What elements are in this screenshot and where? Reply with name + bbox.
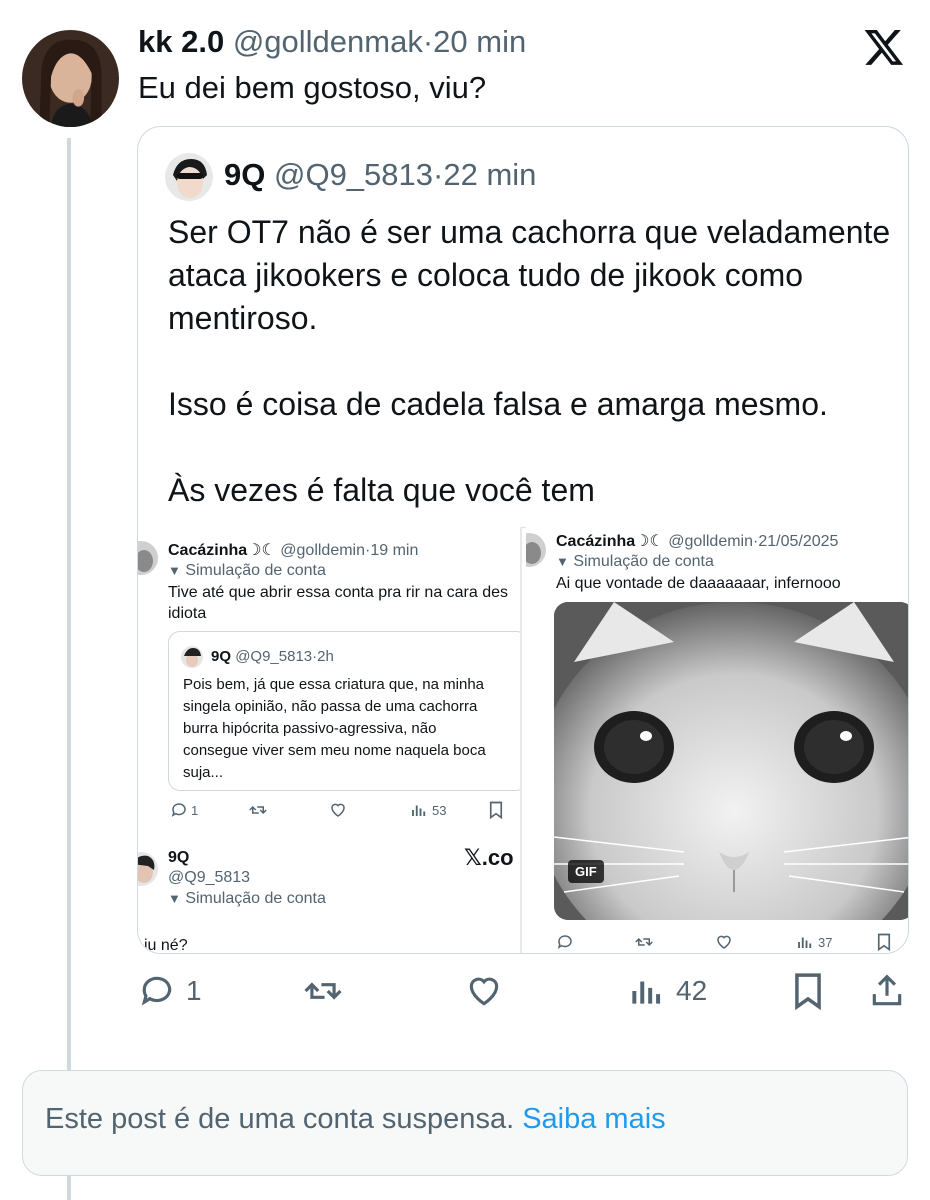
notice-text: Este post é de uma conta suspensa.: [45, 1103, 515, 1135]
learn-more-link[interactable]: Saiba mais: [522, 1103, 665, 1135]
screenshot-text: Ai que vontade de daaaaaaar, infernooo: [556, 575, 841, 592]
quoted-paragraph: Isso é coisa de cadela falsa e amarga me…: [168, 386, 828, 422]
quoted-post-time: 22 min: [443, 157, 537, 192]
inner-quote-line: burra hipócrita passivo-agressiva, não: [183, 720, 437, 737]
inner-quote-line: consegue viver sem meu nome naquela boca: [183, 742, 486, 759]
simulation-label: ▼ Simulação de conta: [168, 890, 326, 908]
inner-quote-line: Pois bem, já que essa criatura que, na m…: [183, 676, 485, 693]
inner-quote-avatar: [181, 646, 203, 668]
like-icon: [714, 933, 734, 953]
quoted-paragraph: Às vezes é falta que você tem: [168, 472, 595, 508]
reply-icon: [556, 933, 574, 953]
gif-badge: GIF: [568, 860, 604, 883]
screenshot-header: Cacázinha☽☾ @golldemin·21/05/2025: [556, 531, 838, 551]
suspended-account-notice: Este post é de uma conta suspensa. Saiba…: [22, 1070, 908, 1176]
inner-quote-name: 9Q: [211, 648, 232, 665]
screenshot-header: Cacázinha☽☾ @golldemin·19 min: [168, 540, 418, 560]
screenshot-author-handle: @golldemin: [280, 542, 366, 559]
x-brand-text: 𝕏.co: [464, 845, 514, 870]
separator-dot: ·: [433, 157, 444, 192]
reply-count: 1: [186, 975, 202, 1006]
screenshot-text-line: idiota: [168, 605, 207, 622]
quoted-paragraph: Ser OT7 não é ser uma cachorra que velad…: [168, 214, 891, 336]
inner-quote-line: singela opinião, não passa de uma cachor…: [183, 698, 478, 715]
separator-dot: ·: [422, 24, 434, 59]
screenshot-inner-quote: 9Q @Q9_5813·2h Pois bem, já que essa cri…: [168, 631, 520, 791]
screenshot-text-line: Tive até que abrir essa conta pra rir na…: [168, 584, 509, 601]
quoted-author-handle: @Q9_5813: [273, 157, 434, 192]
bookmark-button[interactable]: [792, 970, 824, 1012]
attached-screenshot-left[interactable]: Cacázinha☽☾ @golldemin·19 min ▼ Simulaçã…: [138, 527, 522, 954]
repost-icon: [304, 982, 342, 1000]
inner-quote-time: 2h: [317, 648, 334, 665]
repost-button[interactable]: [302, 970, 344, 1012]
x-logo-icon: [862, 26, 906, 68]
views-icon: [410, 801, 428, 822]
screenshot-avatar: [526, 533, 546, 567]
thread-connector-line: [67, 138, 71, 1200]
post-time[interactable]: 20 min: [433, 24, 526, 59]
share-button[interactable]: [868, 970, 906, 1012]
views-button[interactable]: 42: [628, 970, 707, 1012]
screenshot-reply-count: 1: [191, 803, 199, 818]
screenshot-view-count: 37: [818, 935, 833, 950]
simulation-label-text: Simulação de conta: [185, 890, 326, 907]
screenshot-author-name: 9Q: [168, 849, 190, 866]
screenshot-author-name: Cacázinha☽☾: [556, 533, 664, 550]
simulation-label-text: Simulação de conta: [185, 562, 326, 579]
screenshot-author-handle: @Q9_5813: [168, 869, 251, 886]
analytics-icon: [632, 981, 661, 1004]
views-icon: [796, 933, 814, 953]
screenshot-date: 21/05/2025: [758, 533, 839, 550]
screenshot-action-bar: 37: [526, 931, 908, 953]
simulation-label: ▼ Simulação de conta: [556, 553, 714, 571]
quoted-author-name: 9Q: [224, 157, 266, 192]
bookmark-icon: [795, 973, 821, 1010]
gif-media[interactable]: GIF: [554, 602, 908, 920]
bookmark-icon: [876, 933, 892, 953]
quoted-author-avatar: [165, 153, 213, 201]
quoted-post-header: 9Q @Q9_5813·22 min: [224, 157, 536, 193]
like-icon: [328, 801, 348, 822]
author-name[interactable]: kk 2.0: [138, 24, 224, 59]
screenshot-avatar: [138, 852, 158, 886]
notice-text-wrapper: Este post é de uma conta suspensa. Saiba…: [45, 1103, 666, 1136]
quoted-post-text: Ser OT7 não é ser uma cachorra que velad…: [168, 211, 898, 555]
author-avatar[interactable]: [22, 30, 119, 127]
like-button[interactable]: [465, 970, 503, 1012]
crying-cat-image: [554, 602, 908, 920]
quoted-post-card[interactable]: 9Q @Q9_5813·22 min Ser OT7 não é ser uma…: [137, 126, 909, 954]
simulation-label: ▼ Simulação de conta: [168, 562, 326, 580]
screenshot-time: 19 min: [370, 542, 419, 559]
post-header: kk 2.0 @golldenmak·20 min: [138, 24, 526, 60]
author-handle[interactable]: @golldenmak: [233, 24, 423, 59]
screenshot-cut-text: iu né?: [144, 937, 188, 954]
screenshot-view-count: 53: [432, 803, 447, 818]
simulation-label-text: Simulação de conta: [573, 553, 714, 570]
screenshot-action-bar: 1 53: [138, 799, 520, 823]
attached-screenshot-right[interactable]: Cacázinha☽☾ @golldemin·21/05/2025 ▼ Simu…: [526, 527, 908, 953]
inner-quote-header: 9Q @Q9_5813·2h: [211, 648, 334, 665]
post-text: Eu dei bem gostoso, viu?: [138, 70, 487, 105]
heart-icon: [469, 977, 499, 1006]
reply-button[interactable]: 1: [138, 970, 202, 1012]
retweet-icon: [634, 933, 654, 953]
mask-icon: ▼: [168, 563, 181, 578]
share-icon: [872, 974, 902, 1006]
reply-icon: [170, 801, 188, 822]
screenshot-author-name: Cacázinha☽☾: [168, 542, 276, 559]
retweet-icon: [248, 801, 268, 822]
mask-icon: ▼: [556, 554, 569, 569]
screenshot-author-handle: @golldemin: [668, 533, 754, 550]
inner-quote-line: suja...: [183, 764, 224, 781]
view-count: 42: [676, 975, 708, 1006]
mask-icon: ▼: [168, 891, 181, 906]
bookmark-icon: [488, 801, 504, 822]
inner-quote-handle: @Q9_5813: [235, 648, 313, 665]
reply-icon: [141, 976, 172, 1006]
screenshot-avatar: [138, 541, 158, 575]
